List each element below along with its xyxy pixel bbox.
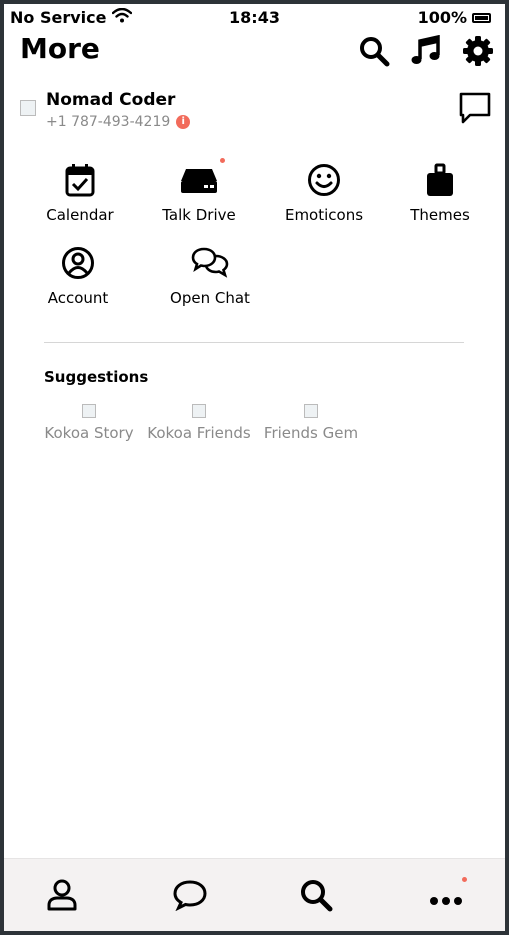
page-title: More: [20, 32, 100, 65]
menu-item-themes[interactable]: Themes: [380, 160, 500, 224]
calendar-icon: [20, 160, 140, 200]
menu-item-talk-drive[interactable]: Talk Drive: [139, 158, 259, 224]
tab-chats[interactable]: [170, 877, 210, 917]
suggestion-image: [82, 404, 96, 418]
suggestion-image: [192, 404, 206, 418]
new-badge-dot: [220, 158, 225, 163]
menu-item-calendar[interactable]: Calendar: [20, 160, 140, 224]
menu-item-account[interactable]: Account: [18, 243, 138, 307]
battery-icon: [472, 12, 491, 23]
suggestion-image: [304, 404, 318, 418]
person-icon: [46, 878, 78, 916]
avatar[interactable]: [20, 100, 36, 116]
suggestion-label: Friends Gem: [263, 424, 359, 442]
status-bar: No Service 18:43 100%: [4, 4, 505, 30]
music-note-icon[interactable]: [409, 34, 443, 68]
info-icon[interactable]: i: [176, 115, 191, 129]
menu-item-label: Open Chat: [170, 289, 250, 307]
gear-icon[interactable]: [461, 34, 495, 68]
section-divider: [44, 342, 464, 343]
tab-friends[interactable]: [42, 877, 82, 917]
battery-label: 100%: [417, 8, 467, 27]
search-icon: [299, 878, 333, 916]
search-icon[interactable]: [357, 34, 391, 68]
tab-more[interactable]: [426, 877, 467, 917]
profile-phone: +1 787-493-4219: [46, 114, 171, 130]
suggestions-heading: Suggestions: [44, 368, 149, 386]
tab-bar: [4, 858, 505, 931]
suggestion-friends-gem[interactable]: Friends Gem: [263, 404, 359, 442]
profile-name: Nomad Coder: [46, 90, 176, 110]
menu-item-label: Calendar: [46, 206, 114, 224]
profile-phone-row: +1 787-493-4219 i: [46, 114, 191, 130]
header-actions: [357, 34, 495, 68]
menu-item-label: Talk Drive: [162, 206, 236, 224]
menu-item-label: Themes: [410, 206, 470, 224]
battery-group: 100%: [418, 8, 491, 27]
chat-bubble-icon: [172, 879, 208, 915]
menu-item-label: Emoticons: [284, 206, 364, 224]
more-dots-icon: [429, 877, 467, 905]
suggestion-label: Kokoa Story: [44, 424, 134, 442]
account-icon: [18, 243, 138, 283]
menu-item-label: Account: [47, 289, 109, 307]
header: More: [20, 32, 495, 70]
open-chat-icon: [150, 243, 270, 283]
menu-item-emoticons[interactable]: Emoticons: [264, 160, 384, 224]
phone-screen: No Service 18:43 100% More Nomad Coder +…: [0, 0, 509, 935]
chat-bubble-icon[interactable]: [457, 90, 493, 130]
profile-row[interactable]: Nomad Coder +1 787-493-4219 i: [20, 90, 493, 136]
drive-icon: [139, 158, 259, 200]
menu-item-open-chat[interactable]: Open Chat: [150, 243, 270, 307]
theme-bag-icon: [380, 160, 500, 200]
new-badge-dot: [462, 877, 467, 882]
tab-search[interactable]: [296, 877, 336, 917]
suggestion-kokoa-story[interactable]: Kokoa Story: [44, 404, 134, 442]
suggestion-kokoa-friends[interactable]: Kokoa Friends: [145, 404, 253, 442]
suggestion-label: Kokoa Friends: [147, 424, 251, 442]
smiley-icon: [264, 160, 384, 200]
